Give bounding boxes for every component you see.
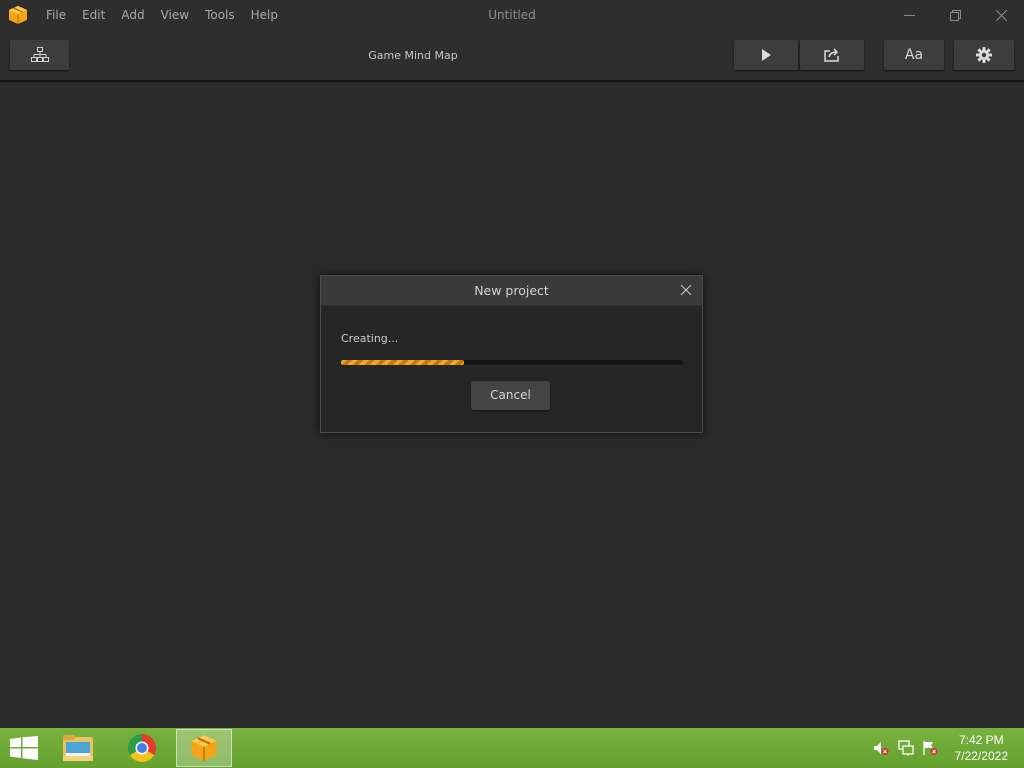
minimize-button[interactable] — [886, 0, 932, 31]
restore-button[interactable] — [932, 0, 978, 31]
close-icon — [681, 285, 691, 295]
hierarchy-button[interactable] — [10, 40, 69, 70]
font-button[interactable]: Aa — [884, 40, 944, 70]
taskbar-chrome[interactable] — [114, 729, 170, 767]
close-icon — [995, 10, 1007, 21]
menu-help[interactable]: Help — [243, 0, 286, 31]
play-icon — [762, 49, 771, 61]
package-box-icon — [9, 6, 27, 24]
new-project-dialog: New project Creating... Cancel — [320, 275, 703, 433]
system-clock[interactable]: 7:42 PM 7/22/2022 — [955, 732, 1008, 764]
clock-time: 7:42 PM — [958, 733, 1004, 747]
taskbar: 7:42 PM 7/22/2022 — [0, 728, 1024, 768]
export-button[interactable] — [800, 40, 864, 70]
progress-bar — [341, 360, 683, 365]
font-button-label: Aa — [904, 47, 924, 63]
minimize-icon — [903, 15, 915, 16]
dialog-close-button[interactable] — [678, 282, 694, 298]
run-game-button[interactable] — [734, 40, 798, 70]
windows-logo-icon — [10, 736, 38, 760]
cancel-button[interactable]: Cancel — [471, 381, 550, 410]
toolbar: Game Mind Map Aa — [0, 31, 1024, 82]
project-title: Game Mind Map — [368, 49, 458, 62]
close-button[interactable] — [978, 0, 1024, 31]
status-text: Creating... — [341, 332, 399, 345]
settings-button[interactable] — [954, 40, 1014, 70]
action-center-flag-icon[interactable] — [922, 740, 938, 756]
taskbar-game-maker[interactable] — [176, 729, 232, 767]
progress-fill — [341, 360, 465, 365]
hierarchy-icon — [30, 47, 49, 62]
file-explorer-icon — [63, 735, 93, 761]
gear-icon — [976, 47, 992, 63]
menu-add[interactable]: Add — [113, 0, 152, 31]
taskbar-file-explorer[interactable] — [50, 729, 106, 767]
game-maker-icon — [191, 735, 217, 761]
restore-icon — [949, 10, 961, 21]
clock-date: 7/22/2022 — [954, 749, 1008, 763]
menu-view[interactable]: View — [153, 0, 197, 31]
export-icon — [824, 48, 839, 62]
chrome-icon — [128, 734, 156, 762]
menu-edit[interactable]: Edit — [74, 0, 113, 31]
volume-muted-icon[interactable] — [873, 740, 889, 756]
dialog-header: New project — [321, 276, 702, 306]
start-button[interactable] — [0, 728, 48, 768]
menu-file[interactable]: File — [38, 0, 74, 31]
menu-bar: File Edit Add View Tools Help — [38, 0, 286, 31]
dialog-title: New project — [474, 283, 549, 298]
network-icon[interactable] — [898, 740, 914, 756]
title-bar: File Edit Add View Tools Help Untitled — [0, 0, 1024, 31]
menu-tools[interactable]: Tools — [197, 0, 243, 31]
